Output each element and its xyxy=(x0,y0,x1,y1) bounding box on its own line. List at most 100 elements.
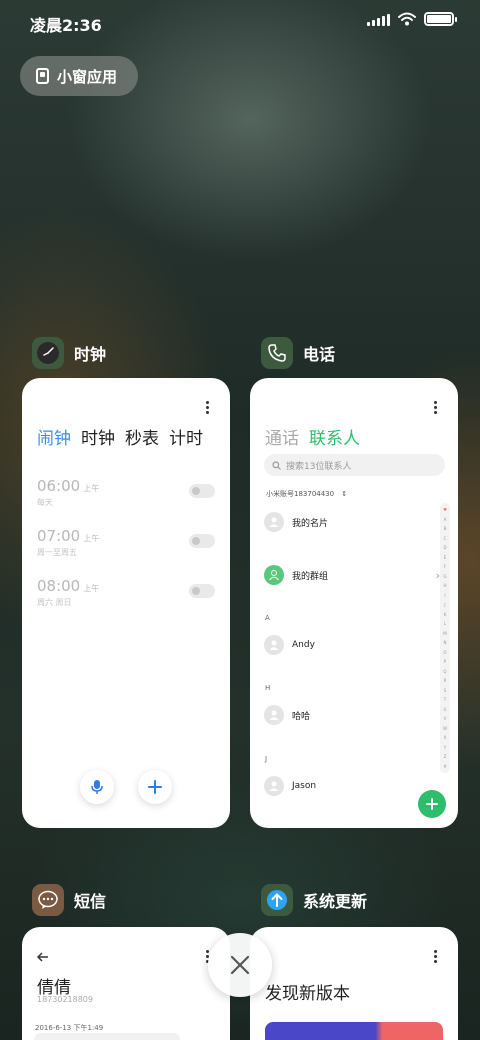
alarm-item[interactable]: 06:00 上午 每天 xyxy=(37,476,215,508)
alarm-toggle[interactable] xyxy=(189,484,215,498)
index-letter[interactable]: R xyxy=(444,678,447,683)
index-letter[interactable]: X xyxy=(444,735,447,740)
messages-card[interactable]: 倩倩 18730218809 2016-6-13 下午1:49 xyxy=(22,927,230,1040)
index-letter[interactable]: C xyxy=(444,536,447,541)
microphone-icon xyxy=(91,780,103,794)
contact-item[interactable]: Jason xyxy=(264,776,316,796)
index-letter[interactable]: W xyxy=(443,726,447,731)
alarm-item[interactable]: 07:00 上午 周一至周五 xyxy=(37,526,215,558)
index-letter[interactable]: E xyxy=(444,555,447,560)
index-letter[interactable]: O xyxy=(443,650,446,655)
my-group-label: 我的群组 xyxy=(292,571,329,582)
index-letter[interactable]: H xyxy=(443,583,446,588)
clock-app-icon xyxy=(32,337,64,369)
index-letter[interactable]: Q xyxy=(443,669,446,674)
mini-window-icon xyxy=(36,68,49,84)
alarm-toggle[interactable] xyxy=(189,534,215,548)
alphabet-index-scrollbar[interactable]: ♥ A B C D E F G H I J K L M N O P Q R S T U V W X Y Z # xyxy=(440,503,450,773)
close-icon xyxy=(230,955,250,975)
tab-clock[interactable]: 时钟 xyxy=(81,424,115,449)
voice-alarm-button[interactable] xyxy=(80,770,114,804)
update-banner-image xyxy=(265,1022,443,1040)
index-letter[interactable]: L xyxy=(444,621,446,626)
messages-app-header[interactable]: 短信 xyxy=(32,884,106,916)
contact-item[interactable]: Andy xyxy=(264,635,315,655)
account-label: 小米账号183704430 xyxy=(266,490,335,498)
index-letter[interactable]: ♥ xyxy=(443,507,447,512)
add-alarm-button[interactable] xyxy=(138,770,172,804)
contact-name: 哈哈 xyxy=(292,711,311,722)
message-bubble xyxy=(34,1033,180,1040)
my-card-item[interactable]: 我的名片 xyxy=(264,512,328,532)
index-letter[interactable]: B xyxy=(444,526,447,531)
tab-contacts[interactable]: 联系人 xyxy=(309,424,360,449)
index-letter[interactable]: U xyxy=(444,707,447,712)
index-letter[interactable]: D xyxy=(443,545,446,550)
conversation-contact-number: 18730218809 xyxy=(37,995,93,1004)
tab-timer[interactable]: 计时 xyxy=(169,424,203,449)
update-title: 发现新版本 xyxy=(265,984,350,1004)
avatar xyxy=(264,705,284,725)
alarm-time: 06:00 xyxy=(37,477,81,495)
clock-more-icon[interactable] xyxy=(206,401,210,414)
avatar xyxy=(264,776,284,796)
messages-app-name: 短信 xyxy=(74,892,107,911)
account-selector[interactable]: 小米账号183704430 ⇕ xyxy=(266,489,347,499)
update-app-icon xyxy=(261,884,293,916)
alarm-toggle[interactable] xyxy=(189,584,215,598)
clock-app-name: 时钟 xyxy=(74,345,107,364)
phone-app-header[interactable]: 电话 xyxy=(261,337,335,369)
contact-search-input[interactable]: 搜索13位联系人 xyxy=(264,454,445,476)
alarm-repeat: 周一至周五 xyxy=(37,548,77,557)
alarm-ampm: 上午 xyxy=(83,534,100,543)
contact-item[interactable]: 哈哈 xyxy=(264,705,310,725)
updown-icon: ⇕ xyxy=(341,490,348,498)
tab-stopwatch[interactable]: 秒表 xyxy=(125,424,159,449)
index-letter[interactable]: F xyxy=(444,564,446,569)
my-group-item[interactable]: 我的群组 › xyxy=(264,565,440,585)
signal-icon xyxy=(367,12,390,26)
phone-app-icon xyxy=(261,337,293,369)
section-letter: J xyxy=(265,755,268,763)
tab-alarm[interactable]: 闹钟 xyxy=(37,424,71,449)
plus-icon xyxy=(148,780,162,794)
index-letter[interactable]: Z xyxy=(444,754,447,759)
clock-card[interactable]: 闹钟 时钟 秒表 计时 06:00 上午 每天 07:00 上午 周一至周五 08:… xyxy=(22,378,230,828)
battery-icon xyxy=(424,12,457,26)
my-card-label: 我的名片 xyxy=(292,518,329,529)
tab-calls[interactable]: 通话 xyxy=(265,424,299,449)
contact-name: Andy xyxy=(292,640,315,650)
alarm-repeat: 周六 周日 xyxy=(37,598,72,607)
phone-more-icon[interactable] xyxy=(434,401,438,414)
index-letter[interactable]: A xyxy=(444,517,447,522)
index-letter[interactable]: J xyxy=(444,602,445,607)
back-arrow-icon[interactable] xyxy=(37,952,49,962)
section-letter: H xyxy=(265,684,271,692)
phone-card[interactable]: 通话 联系人 搜索13位联系人 小米账号183704430 ⇕ 我的名片 我的群… xyxy=(250,378,458,828)
index-letter[interactable]: S xyxy=(444,688,447,693)
status-bar: 凌晨2:36 xyxy=(0,0,480,42)
wifi-icon xyxy=(398,12,416,26)
alarm-time: 07:00 xyxy=(37,527,81,545)
index-letter[interactable]: I xyxy=(444,593,445,598)
alarm-time: 08:00 xyxy=(37,577,81,595)
clear-all-button[interactable] xyxy=(208,933,272,997)
index-letter[interactable]: # xyxy=(443,764,446,769)
alarm-ampm: 上午 xyxy=(83,484,100,493)
clock-app-header[interactable]: 时钟 xyxy=(32,337,106,369)
index-letter[interactable]: T xyxy=(444,697,446,702)
update-app-header[interactable]: 系统更新 xyxy=(261,884,367,916)
update-card[interactable]: 发现新版本 xyxy=(250,927,458,1040)
index-letter[interactable]: M xyxy=(443,631,446,636)
index-letter[interactable]: Y xyxy=(444,745,446,750)
index-letter[interactable]: N xyxy=(444,640,447,645)
index-letter[interactable]: G xyxy=(443,574,446,579)
index-letter[interactable]: K xyxy=(444,612,447,617)
index-letter[interactable]: V xyxy=(444,716,447,721)
add-contact-button[interactable] xyxy=(418,790,446,818)
index-letter[interactable]: P xyxy=(444,659,446,664)
messages-app-icon xyxy=(32,884,64,916)
alarm-item[interactable]: 08:00 上午 周六 周日 xyxy=(37,576,215,608)
update-more-icon[interactable] xyxy=(434,950,438,963)
mini-window-button[interactable]: 小窗应用 xyxy=(20,56,138,96)
